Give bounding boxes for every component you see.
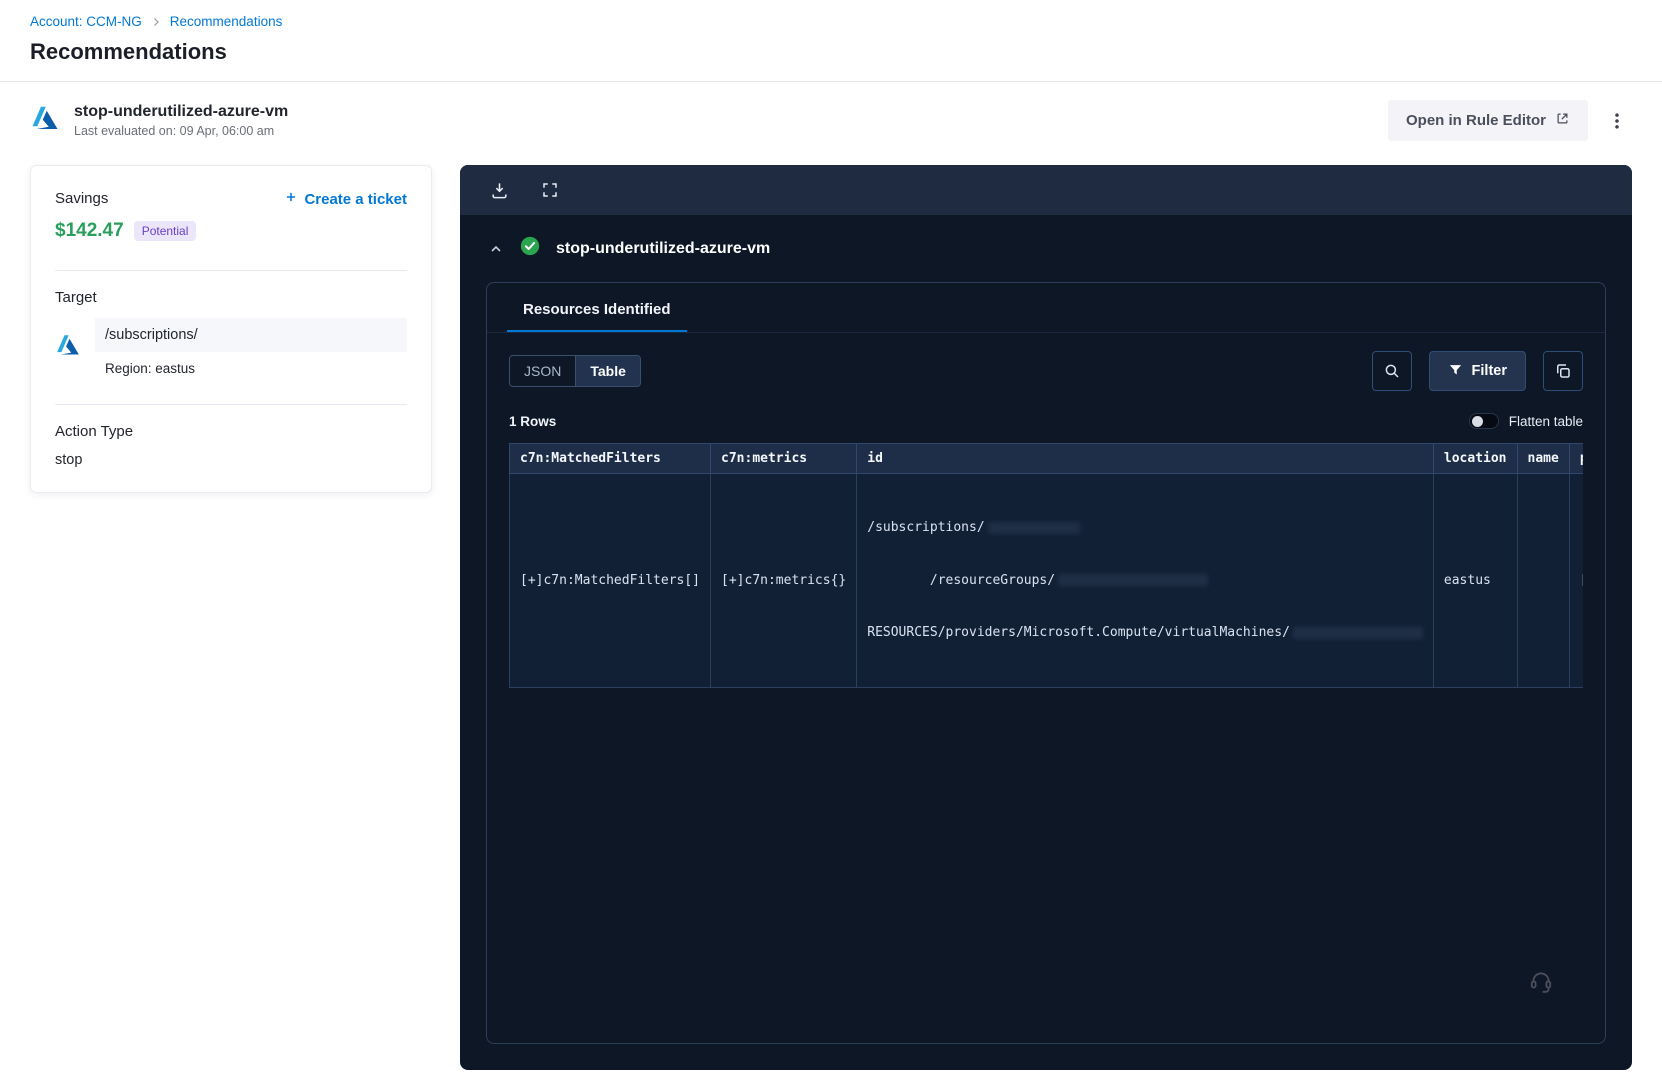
flatten-table-label: Flatten table: [1508, 413, 1583, 429]
collapse-chevron-icon[interactable]: [488, 241, 504, 257]
funnel-icon: [1448, 362, 1463, 381]
column-header-location: location: [1432, 443, 1518, 474]
target-region: Region: eastus: [105, 361, 196, 376]
filter-button[interactable]: Filter: [1428, 351, 1526, 391]
cell-properties-expander[interactable]: [+]properties{}: [1568, 472, 1583, 689]
filter-label: Filter: [1471, 363, 1507, 379]
success-check-icon: [519, 235, 541, 262]
card-divider: [55, 270, 407, 271]
open-rule-editor-label: Open in Rule Editor: [1405, 112, 1546, 129]
results-table: c7n:MatchedFilters c7n:metrics id locati…: [509, 443, 1583, 689]
more-options-button[interactable]: [1602, 106, 1632, 136]
savings-amount: $142.47: [55, 220, 124, 241]
tab-resources-identified[interactable]: Resources Identified: [507, 283, 687, 332]
resource-viewer-panel: stop-underutilized-azure-vm Resources Id…: [460, 165, 1632, 1070]
cell-matched-filters-expander[interactable]: [+]c7n:MatchedFilters[]: [509, 472, 712, 689]
table-row: [+]c7n:MatchedFilters[] [+]c7n:metrics{}…: [509, 472, 1583, 689]
action-type-label: Action Type: [55, 423, 134, 440]
breadcrumb: Account: CCM-NG Recommendations: [30, 14, 1632, 29]
viewer-toolbar: [460, 165, 1632, 215]
view-controls: JSON Table Filter: [487, 333, 1605, 401]
chevron-right-icon: [150, 16, 162, 28]
fullscreen-button[interactable]: [541, 181, 559, 199]
support-chat-icon[interactable]: [1528, 968, 1554, 997]
tabs-row: Resources Identified: [487, 283, 1605, 333]
azure-icon-small: [55, 332, 81, 363]
potential-badge: Potential: [133, 221, 197, 241]
view-mode-table[interactable]: Table: [575, 356, 640, 386]
breadcrumb-page-link[interactable]: Recommendations: [170, 14, 283, 29]
target-path: /subscriptions/: [95, 318, 407, 352]
savings-card: Savings Create a ticket $142.47 Potentia…: [30, 165, 432, 493]
toggle-knob: [1471, 415, 1483, 427]
recommendation-name: stop-underutilized-azure-vm: [74, 103, 289, 120]
plus-icon: [284, 190, 298, 208]
search-button[interactable]: [1371, 351, 1412, 391]
cell-name: [1516, 472, 1570, 689]
panel-title: stop-underutilized-azure-vm: [556, 239, 771, 257]
rows-count: 1 Rows: [509, 413, 557, 429]
target-label: Target: [55, 289, 97, 306]
column-header-name: name: [1516, 443, 1570, 474]
page-title: Recommendations: [30, 39, 227, 64]
create-ticket-label: Create a ticket: [304, 190, 407, 208]
savings-label: Savings: [55, 190, 109, 207]
top-bar: Account: CCM-NG Recommendations Recommen…: [0, 0, 1662, 65]
redacted-text: [1058, 574, 1209, 587]
main-content: Savings Create a ticket $142.47 Potentia…: [0, 159, 1662, 1070]
cell-location: eastus: [1432, 472, 1518, 689]
id-line-3: RESOURCES/providers/Microsoft.Compute/vi…: [867, 625, 1290, 641]
column-header-metrics: c7n:metrics: [710, 443, 858, 474]
flatten-table-toggle[interactable]: [1468, 413, 1499, 429]
table-header-row: c7n:MatchedFilters c7n:metrics id locati…: [509, 443, 1583, 474]
redacted-text: [1292, 626, 1423, 639]
copy-button[interactable]: [1543, 351, 1583, 391]
resources-panel: Resources Identified JSON Table Filter 1…: [486, 282, 1606, 1044]
azure-icon: [30, 103, 60, 138]
id-line-2: /resourceGroups/: [867, 572, 1056, 588]
download-button[interactable]: [490, 181, 509, 200]
id-line-1: /subscriptions/: [867, 520, 985, 536]
column-header-id: id: [856, 443, 1434, 474]
card-divider: [55, 404, 407, 405]
last-evaluated-text: Last evaluated on: 09 Apr, 06:00 am: [74, 124, 275, 138]
redacted-text: [987, 521, 1080, 534]
cell-id: /subscriptions/ /resourceGroups/ RESOURC…: [856, 472, 1434, 689]
recommendation-header: stop-underutilized-azure-vm Last evaluat…: [0, 82, 1662, 159]
results-table-container: c7n:MatchedFilters c7n:metrics id locati…: [509, 443, 1583, 689]
open-rule-editor-button[interactable]: Open in Rule Editor: [1387, 100, 1588, 141]
panel-header: stop-underutilized-azure-vm: [460, 215, 1632, 276]
breadcrumb-account-link[interactable]: Account: CCM-NG: [30, 14, 142, 29]
rows-info-row: 1 Rows Flatten table: [487, 401, 1605, 443]
column-header-properties: properties: [1568, 443, 1583, 474]
column-header-matched-filters: c7n:MatchedFilters: [509, 443, 712, 474]
view-mode-segmented: JSON Table: [509, 355, 641, 387]
view-mode-json[interactable]: JSON: [510, 356, 575, 386]
cell-metrics-expander[interactable]: [+]c7n:metrics{}: [710, 472, 858, 689]
external-link-icon: [1555, 111, 1570, 130]
action-type-value: stop: [55, 452, 83, 468]
create-ticket-button[interactable]: Create a ticket: [284, 190, 407, 208]
